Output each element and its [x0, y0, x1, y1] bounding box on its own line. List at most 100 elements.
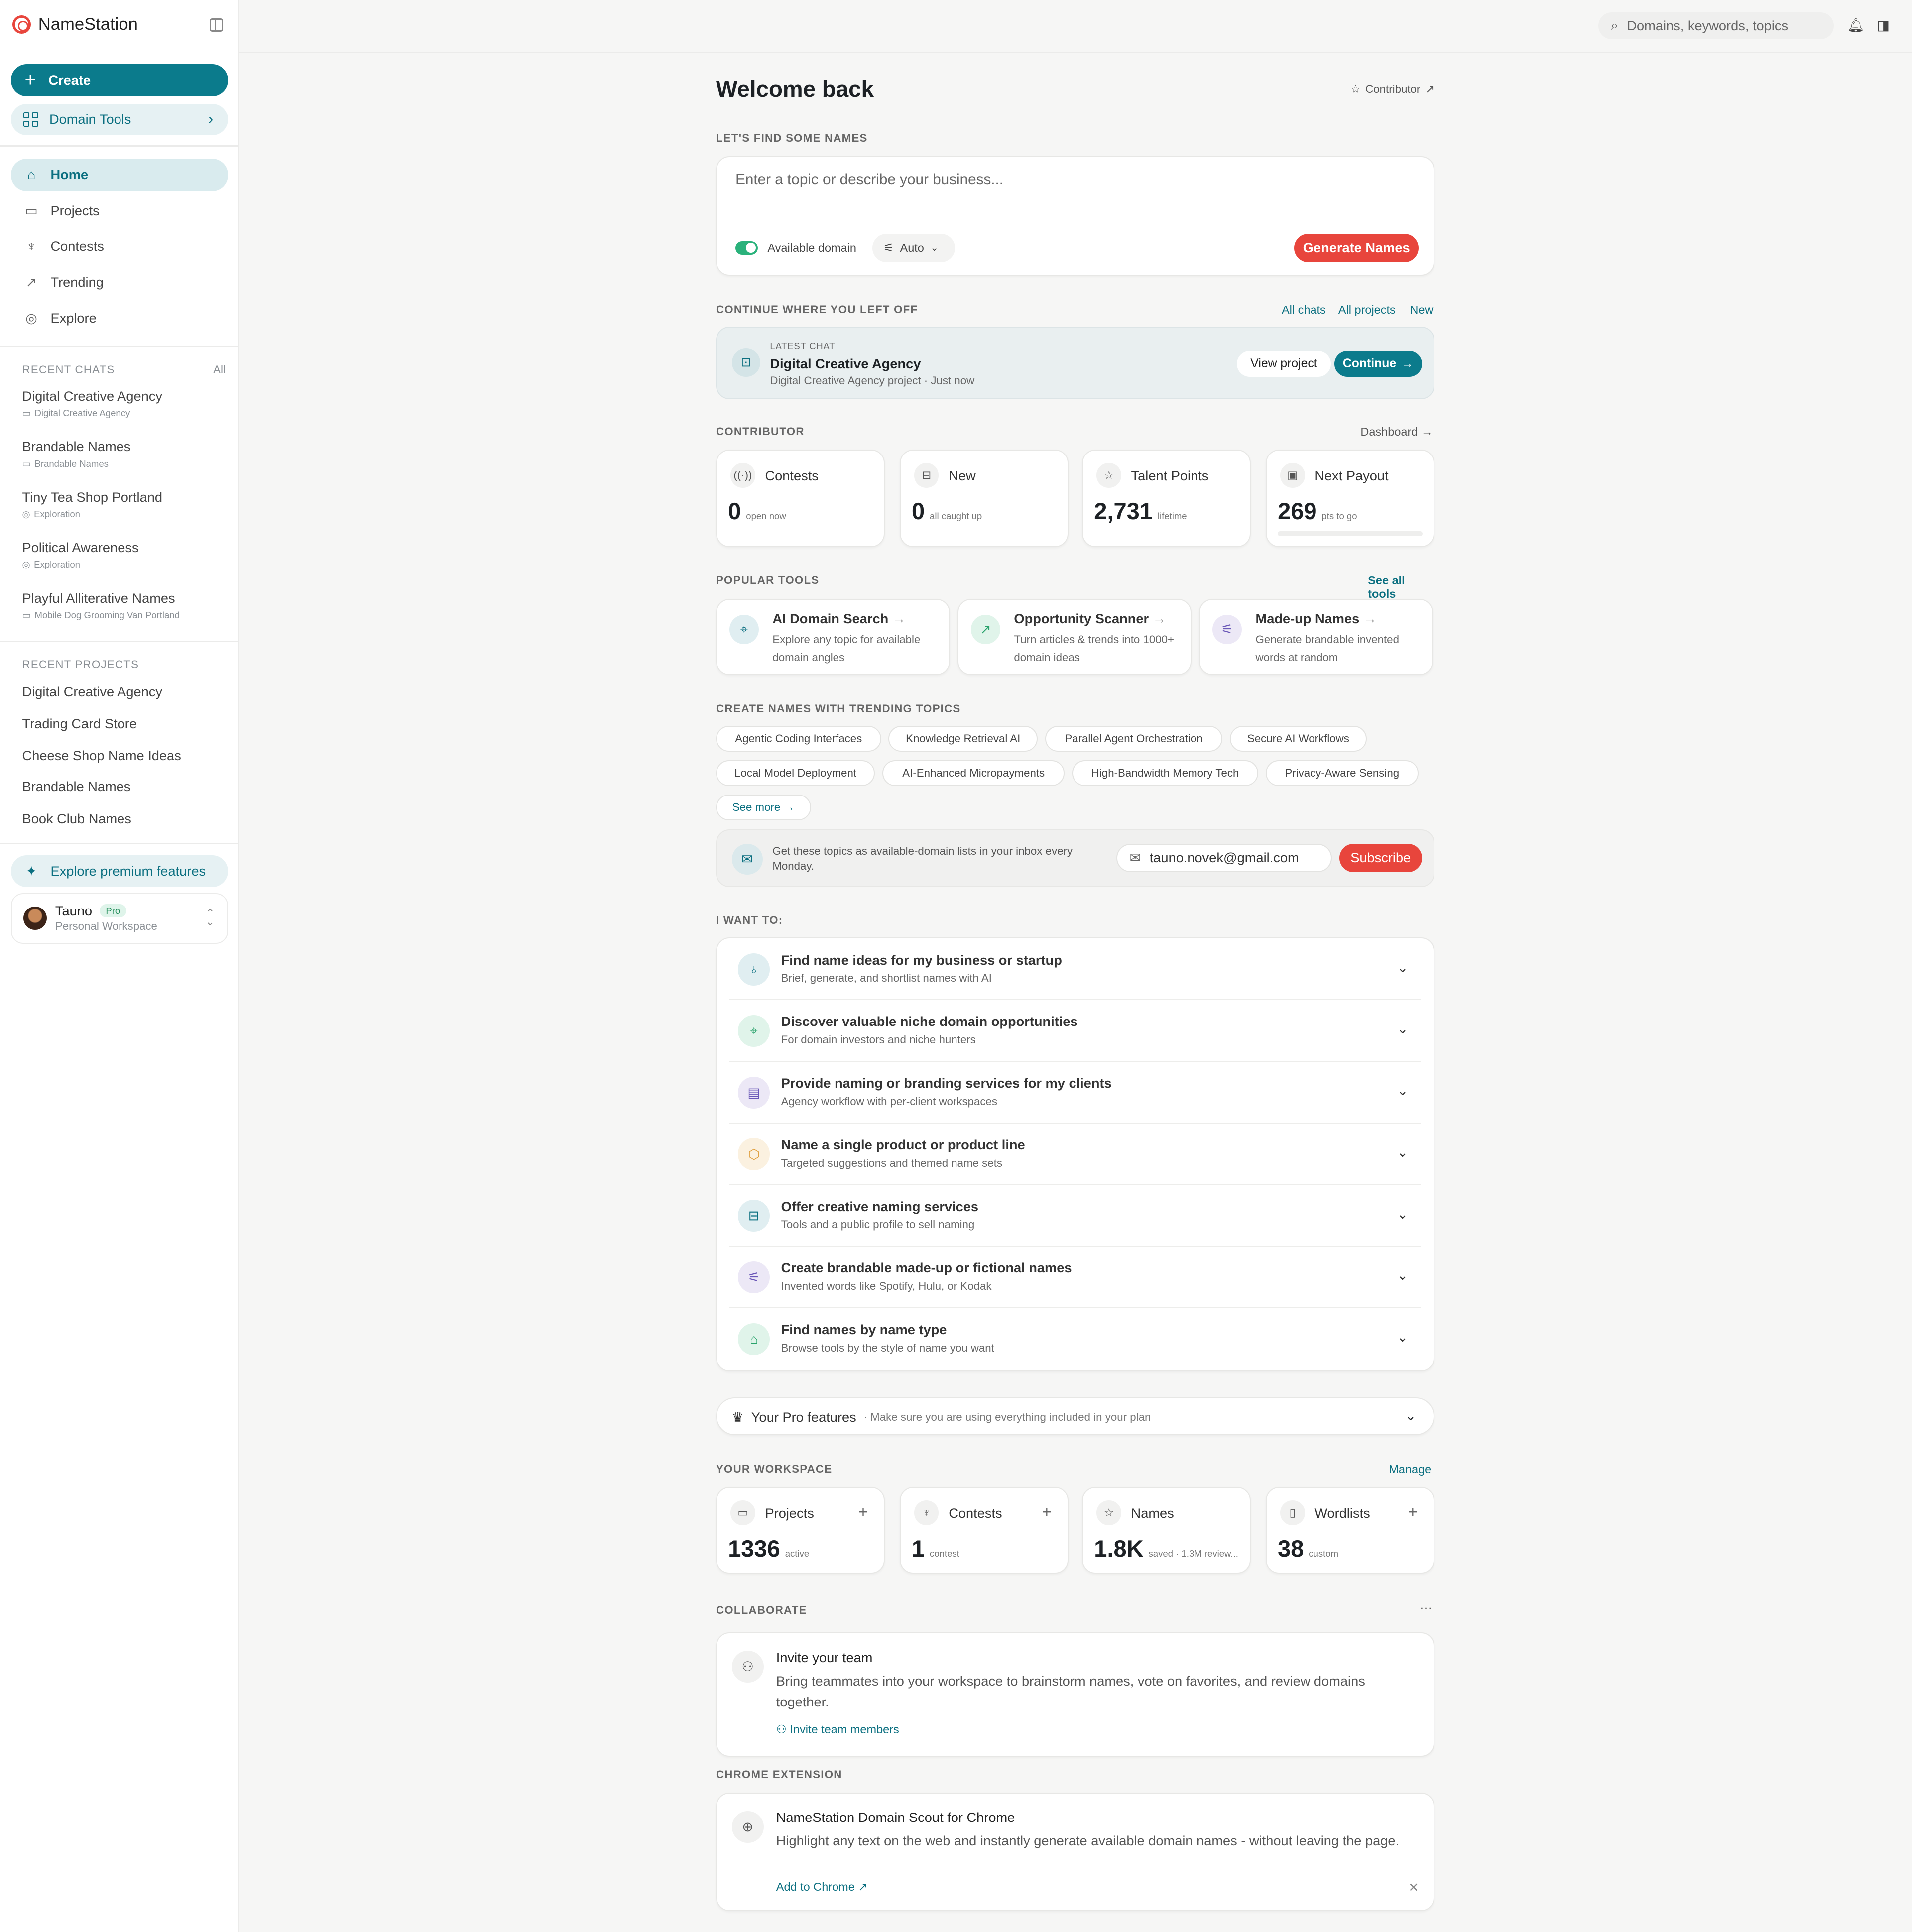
- add-to-chrome-link[interactable]: Add to Chrome ↗: [776, 1880, 868, 1894]
- panel-toggle-icon[interactable]: ◨: [1877, 17, 1890, 33]
- tool-title: Opportunity Scanner →: [1014, 611, 1166, 627]
- topic-chip[interactable]: Local Model Deployment: [716, 760, 875, 787]
- tool-card[interactable]: ↗ Opportunity Scanner → Turn articles & …: [957, 598, 1192, 676]
- lightbulb-icon: ♁: [738, 953, 770, 986]
- add-project-icon[interactable]: +: [858, 1503, 868, 1521]
- see-more-button[interactable]: See more →: [716, 795, 811, 821]
- latest-chat-card[interactable]: ⊡ LATEST CHAT Digital Creative Agency Di…: [716, 326, 1434, 399]
- dashboard-link[interactable]: Dashboard →: [1360, 425, 1433, 439]
- recent-chat-item[interactable]: Political Awareness ◎ Exploration: [22, 540, 230, 570]
- new-link[interactable]: New: [1410, 303, 1433, 317]
- explore-premium-button[interactable]: ✦ Explore premium features: [11, 855, 228, 887]
- stat-name: Contests: [949, 1505, 1002, 1521]
- arrow-right-icon: →: [1152, 611, 1166, 627]
- nav-explore[interactable]: ◎ Explore: [11, 302, 228, 334]
- compass-icon: ◎: [25, 310, 37, 326]
- tool-card[interactable]: ⚟ Made-up Names → Generate brandable inv…: [1199, 598, 1434, 676]
- goal-item[interactable]: ⌖ Discover valuable niche domain opportu…: [729, 1000, 1421, 1062]
- arrow-right-icon: →: [1421, 425, 1433, 438]
- goal-item[interactable]: ⬡ Name a single product or product line …: [729, 1124, 1421, 1185]
- add-contest-icon[interactable]: +: [1042, 1503, 1052, 1521]
- topic-chip[interactable]: Privacy-Aware Sensing: [1265, 760, 1419, 787]
- app-logo[interactable]: NameStation: [12, 15, 138, 34]
- topic-chip[interactable]: Secure AI Workflows: [1230, 725, 1367, 752]
- nav-projects[interactable]: ▭ Projects: [11, 195, 228, 227]
- arrow-right-icon: →: [892, 611, 906, 627]
- recent-project-item[interactable]: Brandable Names: [22, 779, 131, 795]
- close-icon[interactable]: ✕: [1408, 1880, 1419, 1895]
- contrib-stat-card[interactable]: ▣ Next Payout 269 pts to go: [1265, 450, 1434, 547]
- collapse-sidebar-icon[interactable]: [209, 18, 223, 32]
- continue-label: Continue: [1342, 356, 1397, 370]
- goal-item[interactable]: ⊟ Offer creative naming services Tools a…: [729, 1185, 1421, 1247]
- topic-chip[interactable]: High-Bandwidth Memory Tech: [1072, 760, 1258, 787]
- stat-value: 38 custom: [1278, 1535, 1338, 1562]
- continue-button[interactable]: Continue →: [1334, 350, 1422, 377]
- trophy-icon: ♆: [26, 238, 37, 254]
- workspace-stat-card[interactable]: ♆ Contests + 1 contest: [899, 1487, 1069, 1574]
- recent-project-item[interactable]: Book Club Names: [22, 811, 131, 827]
- chevron-down-icon: ⌄: [1397, 1144, 1409, 1160]
- all-chats-link[interactable]: All chats: [1282, 303, 1326, 317]
- nav-trending[interactable]: ↗ Trending: [11, 266, 228, 298]
- workspace-stat-card[interactable]: ☆ Names 1.8K saved · 1.3M review...: [1082, 1487, 1251, 1574]
- view-project-button[interactable]: View project: [1237, 350, 1331, 377]
- add-wordlist-icon[interactable]: +: [1408, 1503, 1418, 1521]
- stat-value: 1.8K saved · 1.3M review...: [1094, 1535, 1238, 1562]
- goal-item[interactable]: ⚟ Create brandable made-up or fictional …: [729, 1247, 1421, 1308]
- newsletter-card: ✉ Get these topics as available-domain l…: [716, 829, 1434, 887]
- recent-chat-item[interactable]: Tiny Tea Shop Portland ◎ Exploration: [22, 489, 230, 520]
- topic-input[interactable]: Enter a topic or describe your business.…: [735, 171, 1003, 188]
- goal-item[interactable]: ♁ Find name ideas for my business or sta…: [729, 938, 1421, 1001]
- contrib-stat-card[interactable]: ⊟ New 0 all caught up: [899, 450, 1069, 547]
- recent-project-item[interactable]: Cheese Shop Name Ideas: [22, 748, 181, 764]
- goal-subtitle: Brief, generate, and shortlist names wit…: [781, 972, 992, 985]
- search-input[interactable]: ⌕ Domains, keywords, topics: [1598, 12, 1834, 40]
- recent-chat-item[interactable]: Digital Creative Agency ▭ Digital Creativ…: [22, 388, 230, 419]
- goal-title: Find names by name type: [781, 1322, 947, 1338]
- nav-home[interactable]: ⌂ Home: [11, 159, 228, 191]
- workspace-stat-card[interactable]: ▯ Wordlists + 38 custom: [1265, 1487, 1434, 1574]
- topic-chip[interactable]: Parallel Agent Orchestration: [1045, 725, 1223, 752]
- contributor-link[interactable]: ☆ Contributor ↗: [1350, 83, 1434, 96]
- see-more-label: See more: [732, 801, 781, 814]
- all-projects-link[interactable]: All projects: [1338, 303, 1396, 317]
- stat-value: 2,731 lifetime: [1094, 497, 1187, 525]
- domain-tools-button[interactable]: Domain Tools ›: [11, 103, 228, 136]
- recent-project-item[interactable]: Digital Creative Agency: [22, 684, 162, 700]
- trending-heading: CREATE NAMES WITH TRENDING TOPICS: [716, 702, 961, 715]
- topic-chip[interactable]: Knowledge Retrieval AI: [888, 725, 1038, 752]
- create-button[interactable]: + Create: [11, 64, 228, 97]
- user-switcher[interactable]: Tauno Pro Personal Workspace ⌃ ⌄: [11, 893, 228, 944]
- contrib-stat-card[interactable]: ☆ Talent Points 2,731 lifetime: [1082, 450, 1251, 547]
- available-domain-label: Available domain: [767, 241, 856, 254]
- topic-chip[interactable]: Agentic Coding Interfaces: [716, 725, 881, 752]
- recent-chat-item[interactable]: Playful Alliterative Names ▭ Mobile Dog G…: [22, 590, 230, 621]
- see-all-tools-link[interactable]: See all tools: [1368, 574, 1434, 601]
- available-domain-toggle[interactable]: [735, 241, 758, 255]
- bell-icon[interactable]: 🔔︎: [1847, 17, 1865, 33]
- nav-contests[interactable]: ♆ Contests: [11, 230, 228, 262]
- pro-features-label: Your Pro features: [751, 1409, 856, 1425]
- goal-item[interactable]: ⌂ Find names by name type Browse tools b…: [729, 1308, 1421, 1370]
- mail-icon: ✉: [1129, 850, 1141, 866]
- stat-name: Names: [1131, 1505, 1174, 1521]
- invite-team-link[interactable]: ⚇ Invite team members: [776, 1722, 899, 1736]
- auto-dropdown[interactable]: ⚟ Auto ⌄: [872, 233, 955, 262]
- recent-chats-all-link[interactable]: All: [213, 363, 226, 376]
- generate-names-button[interactable]: Generate Names: [1294, 233, 1419, 262]
- tool-card[interactable]: ⌖ AI Domain Search → Explore any topic f…: [716, 598, 951, 676]
- email-field[interactable]: ✉ tauno.novek@gmail.com: [1116, 843, 1332, 872]
- chrome-extension-heading: CHROME EXTENSION: [716, 1768, 842, 1781]
- contrib-stat-card[interactable]: ((·)) Contests 0 open now: [716, 450, 885, 547]
- workspace-stat-card[interactable]: ▭ Projects + 1336 active: [716, 1487, 885, 1574]
- goal-item[interactable]: ▤ Provide naming or branding services fo…: [729, 1062, 1421, 1124]
- recent-project-item[interactable]: Trading Card Store: [22, 716, 137, 732]
- stat-value: 0 all caught up: [912, 497, 982, 525]
- recent-chat-item[interactable]: Brandable Names ▭ Brandable Names: [22, 439, 230, 469]
- manage-link[interactable]: Manage: [1389, 1463, 1431, 1476]
- topic-chip[interactable]: AI-Enhanced Micropayments: [882, 760, 1065, 787]
- more-options-icon[interactable]: ···: [1420, 1601, 1432, 1615]
- pro-features-accordion[interactable]: ♛ Your Pro features · Make sure you are …: [716, 1397, 1434, 1436]
- subscribe-button[interactable]: Subscribe: [1339, 843, 1422, 872]
